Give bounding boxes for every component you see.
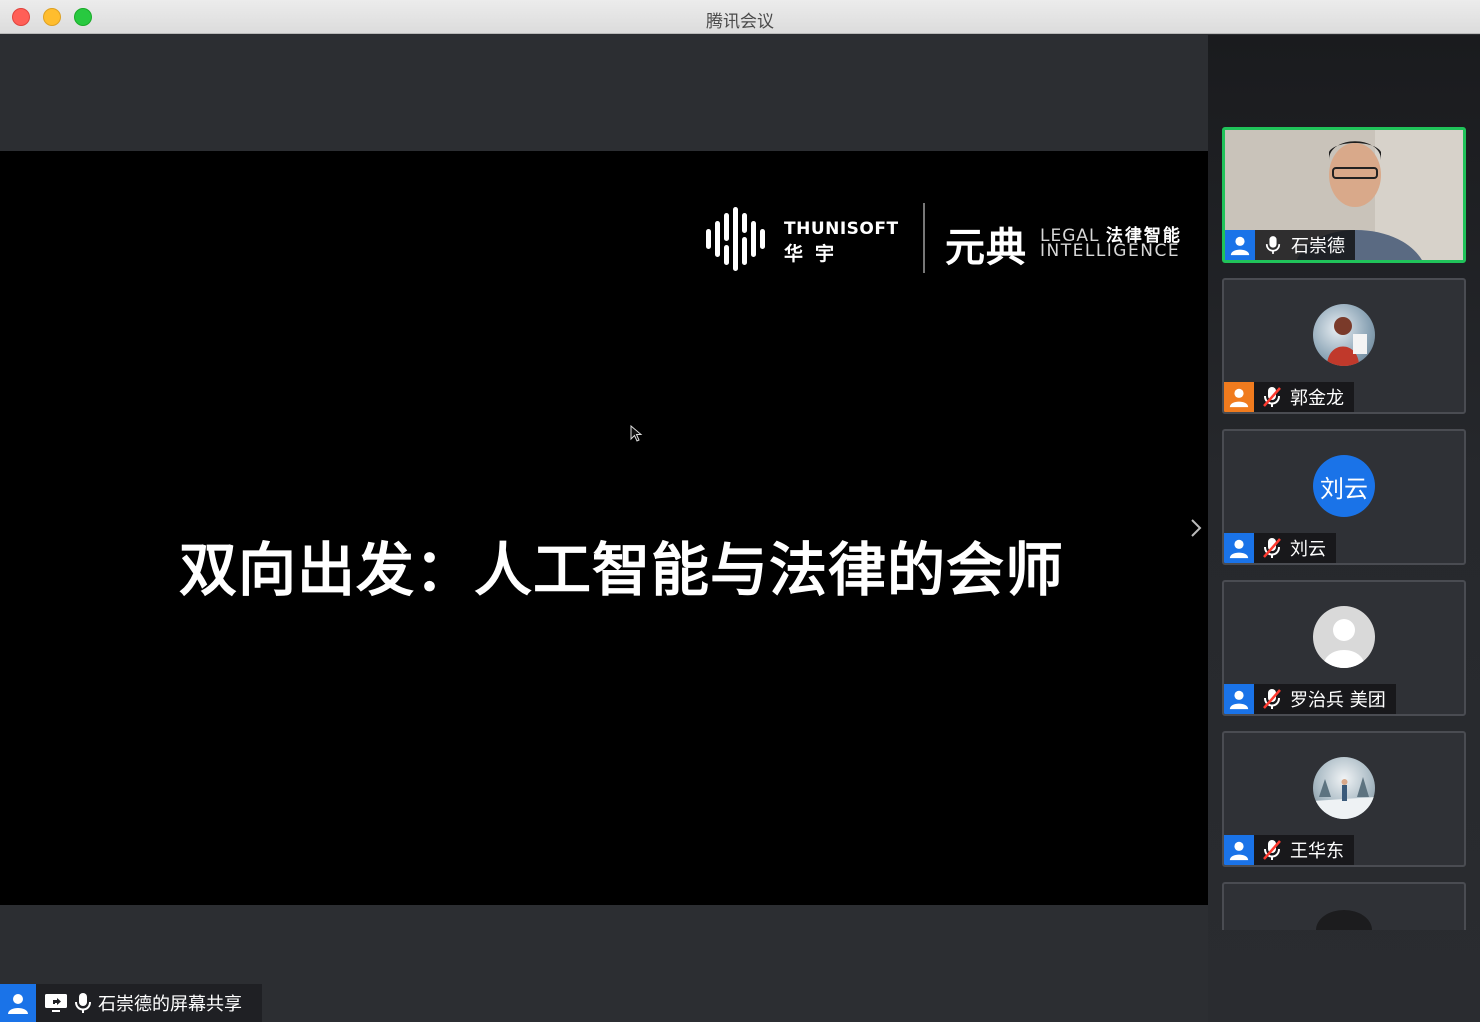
brand-divider — [923, 203, 925, 273]
user-icon — [1225, 230, 1255, 260]
thunisoft-logo-icon — [706, 207, 765, 271]
screen-share-label: 石崇德的屏幕共享 — [0, 984, 262, 1022]
user-icon — [1224, 684, 1254, 714]
participant-name: 刘云 — [1290, 539, 1326, 560]
brand-intelligence: INTELLIGENCE — [1040, 241, 1181, 261]
user-icon — [1224, 382, 1254, 412]
microphone-muted-icon[interactable] — [1254, 533, 1290, 563]
slide-title: 双向出发：人工智能与法律的会师 — [178, 536, 1064, 604]
avatar: 刘云 — [1313, 455, 1375, 517]
participant-name: 王华东 — [1290, 841, 1344, 862]
participant-tile[interactable]: 王华东 — [1222, 731, 1466, 867]
participant-panel[interactable]: 石崇德 郭金龙 刘云 刘云 罗治兵 美团 王华东 — [1208, 35, 1480, 1022]
user-icon — [0, 984, 36, 1022]
screen-share-icon — [45, 994, 67, 1012]
participant-name-bar: 王华东 — [1224, 835, 1354, 865]
participant-tile[interactable]: 刘云 刘云 — [1222, 429, 1466, 565]
screen-share-text: 石崇德的屏幕共享 — [98, 994, 242, 1015]
participant-name-bar: 石崇德 — [1225, 230, 1355, 260]
user-icon — [1224, 533, 1254, 563]
participant-tile-partial[interactable] — [1222, 882, 1466, 930]
avatar — [1316, 910, 1372, 930]
participant-name: 罗治兵 美团 — [1290, 690, 1386, 711]
brand-product-name: 元典 — [945, 225, 1027, 271]
microphone-icon — [75, 993, 91, 1013]
microphone-muted-icon[interactable] — [1254, 382, 1290, 412]
mouse-cursor-icon — [630, 425, 643, 442]
avatar — [1313, 757, 1375, 819]
shared-slide: THUNISOFT 华宇 元典 LEGAL 法律智能 INTELLIGENCE … — [0, 151, 1208, 905]
microphone-muted-icon[interactable] — [1254, 684, 1290, 714]
participant-name-bar: 郭金龙 — [1224, 382, 1354, 412]
participant-name-bar: 罗治兵 美团 — [1224, 684, 1396, 714]
avatar — [1313, 304, 1375, 366]
screen-share-area[interactable]: THUNISOFT 华宇 元典 LEGAL 法律智能 INTELLIGENCE … — [0, 35, 1208, 1022]
participant-tile[interactable]: 郭金龙 — [1222, 278, 1466, 414]
participant-tile[interactable]: 石崇德 — [1222, 127, 1466, 263]
window-title: 腾讯会议 — [706, 12, 774, 32]
participant-name: 郭金龙 — [1290, 388, 1344, 409]
title-bar: 腾讯会议 — [0, 0, 1480, 34]
default-avatar-icon — [1313, 606, 1375, 668]
chevron-right-icon[interactable] — [1186, 517, 1206, 539]
brand-name-en: THUNISOFT — [784, 219, 899, 239]
microphone-muted-icon[interactable] — [1254, 835, 1290, 865]
user-icon — [1224, 835, 1254, 865]
participant-name: 石崇德 — [1291, 236, 1345, 257]
participant-tile[interactable]: 罗治兵 美团 — [1222, 580, 1466, 716]
participant-name-bar: 刘云 — [1224, 533, 1336, 563]
microphone-icon[interactable] — [1255, 230, 1291, 260]
brand-name-cn: 华宇 — [784, 243, 847, 265]
tencent-meeting-window: 腾讯会议 THUNISOFT 华宇 元典 LEGAL 法律智能 INTELLIG… — [0, 0, 1480, 1022]
